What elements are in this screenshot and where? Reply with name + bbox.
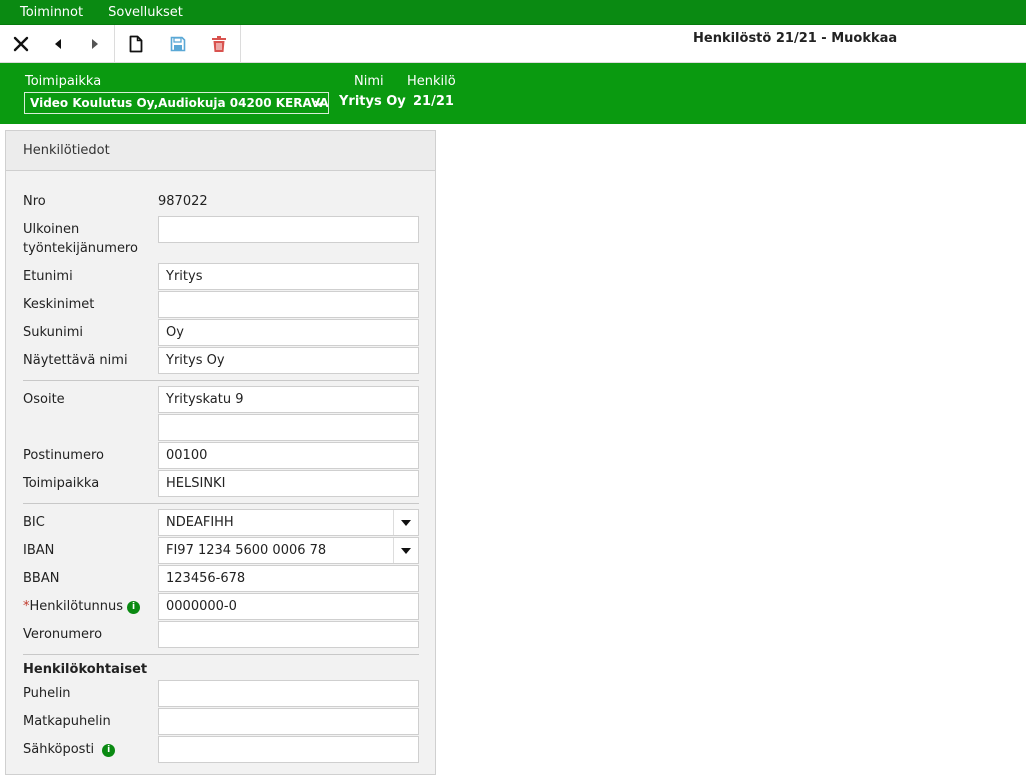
phone-label: Puhelin [23, 686, 71, 701]
city-field[interactable]: HELSINKI [158, 470, 419, 497]
record-header: Toimipaikka Video Koulutus Oy,Audiokuja … [0, 63, 1026, 124]
bic-value: NDEAFIHH [166, 515, 234, 530]
city-label: Toimipaikka [23, 476, 100, 491]
toolbar: Henkilöstö 21/21 - Muokkaa [0, 25, 1026, 63]
close-button[interactable] [2, 25, 39, 63]
divider [23, 380, 419, 381]
navigation-group [0, 25, 115, 63]
chevron-down-icon [314, 93, 324, 113]
save-button[interactable] [157, 25, 199, 63]
iban-label: IBAN [23, 543, 55, 558]
bic-select[interactable]: NDEAFIHH [158, 509, 419, 536]
delete-button[interactable] [198, 25, 240, 63]
location-label: Toimipaikka [25, 74, 102, 89]
email-label-group: Sähköposti i [23, 742, 116, 757]
menu-sovellukset[interactable]: Sovellukset [108, 5, 183, 20]
iban-value: FI97 1234 5600 0006 78 [166, 543, 327, 558]
menu-toiminnot[interactable]: Toiminnot [20, 5, 83, 20]
previous-button[interactable] [39, 25, 76, 63]
name-label: Nimi [354, 74, 384, 89]
tax-number-field[interactable] [158, 621, 419, 648]
bban-label: BBAN [23, 571, 60, 586]
postal-code-label: Postinumero [23, 448, 104, 463]
address-line1-field[interactable]: Yrityskatu 9 [158, 386, 419, 413]
window-title: Henkilöstö 21/21 - Muokkaa [693, 31, 898, 46]
location-value: Video Koulutus Oy,Audiokuja 04200 KERAVA [30, 96, 329, 110]
phone-field[interactable] [158, 680, 419, 707]
mobile-label: Matkapuhelin [23, 714, 111, 729]
new-document-icon [129, 35, 143, 53]
ssn-field[interactable]: 0000000-0 [158, 593, 419, 620]
postal-code-field[interactable]: 00100 [158, 442, 419, 469]
mobile-field[interactable] [158, 708, 419, 735]
next-button[interactable] [77, 25, 114, 63]
tax-number-label: Veronumero [23, 627, 103, 642]
person-details-panel: Henkilötiedot Nro 987022 Ulkoinen työnte… [5, 130, 436, 775]
ssn-label-group: *Henkilötunnus i [23, 599, 141, 614]
person-value: 21/21 [413, 94, 454, 109]
first-name-label: Etunimi [23, 269, 73, 284]
panel-title: Henkilötiedot [6, 131, 435, 171]
external-number-label-2: työntekijänumero [23, 241, 138, 256]
action-group [115, 25, 241, 63]
iban-select[interactable]: FI97 1234 5600 0006 78 [158, 537, 419, 564]
bic-label: BIC [23, 515, 45, 530]
divider [23, 503, 419, 504]
delete-icon [212, 36, 227, 52]
name-value: Yritys Oy [339, 94, 406, 109]
external-number-field[interactable] [158, 216, 419, 243]
display-name-field[interactable]: Yritys Oy [158, 347, 419, 374]
ssn-label: Henkilötunnus [29, 599, 124, 614]
bban-field[interactable]: 123456-678 [158, 565, 419, 592]
first-name-field[interactable]: Yritys [158, 263, 419, 290]
middle-names-label: Keskinimet [23, 297, 95, 312]
menu-bar: Toiminnot Sovellukset [0, 0, 1026, 25]
personal-section-title: Henkilökohtaiset [23, 662, 148, 677]
external-number-label: Ulkoinen [23, 222, 80, 237]
last-name-field[interactable]: Oy [158, 319, 419, 346]
info-icon[interactable]: i [127, 601, 141, 614]
close-icon [13, 36, 28, 52]
info-icon[interactable]: i [102, 744, 116, 757]
address-label: Osoite [23, 392, 65, 407]
display-name-label: Näytettävä nimi [23, 353, 128, 368]
new-button[interactable] [115, 25, 157, 63]
address-line2-field[interactable] [158, 414, 419, 441]
email-field[interactable] [158, 736, 419, 763]
middle-names-field[interactable] [158, 291, 419, 318]
last-name-label: Sukunimi [23, 325, 83, 340]
email-label: Sähköposti [23, 742, 95, 757]
nro-label: Nro [23, 194, 46, 209]
person-label: Henkilö [407, 74, 456, 89]
next-icon [92, 39, 99, 49]
previous-icon [54, 39, 61, 49]
location-select[interactable]: Video Koulutus Oy,Audiokuja 04200 KERAVA [24, 92, 329, 114]
caret-down-icon[interactable] [393, 538, 418, 563]
nro-value: 987022 [158, 194, 208, 209]
caret-down-icon[interactable] [393, 510, 418, 535]
divider [23, 654, 419, 655]
save-icon [170, 36, 185, 52]
